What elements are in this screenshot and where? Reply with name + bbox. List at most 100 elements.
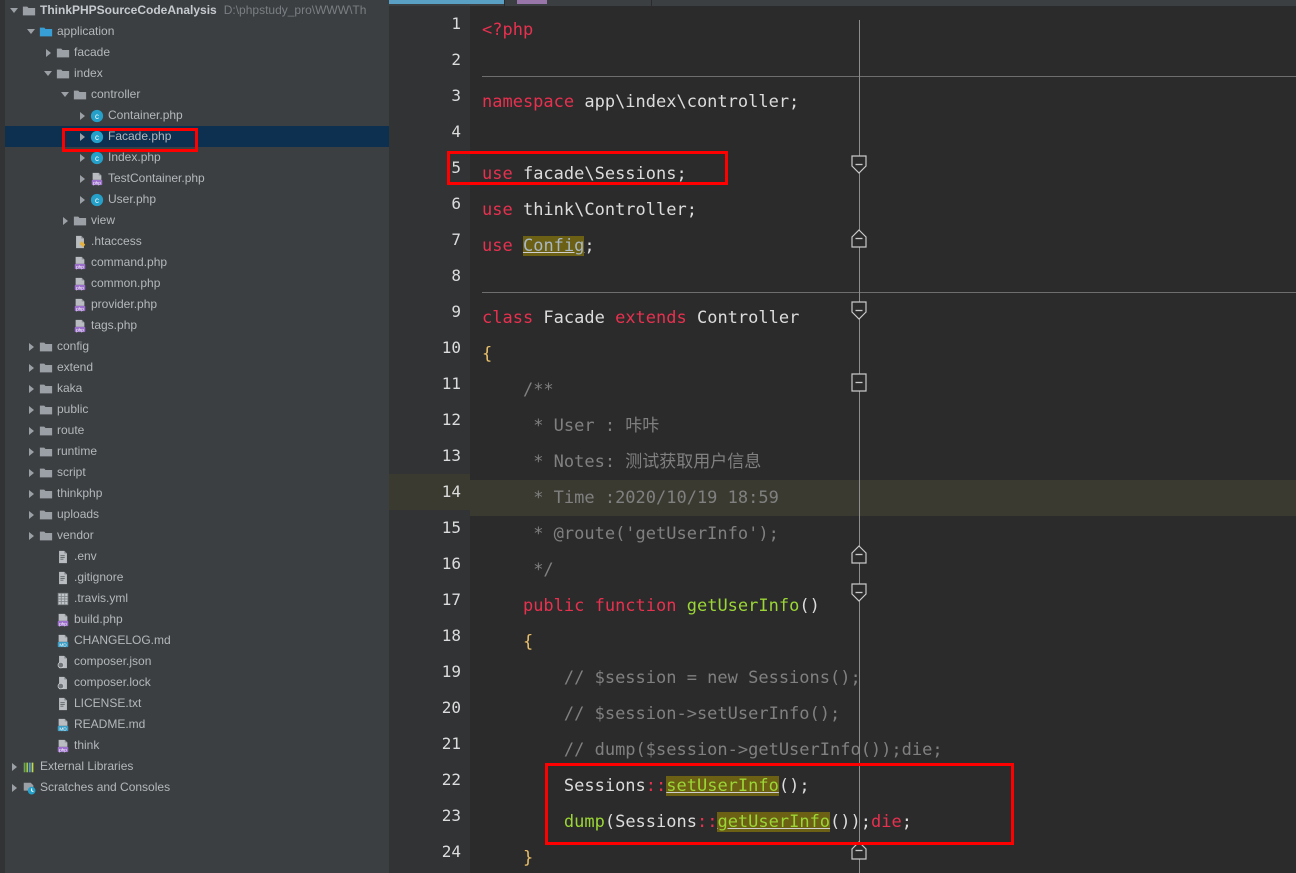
chevron-right-icon[interactable] (8, 777, 21, 798)
fold-marker-icon[interactable] (851, 583, 868, 602)
active-tab-indicator[interactable] (389, 0, 504, 4)
tree-item-gitignore[interactable]: .gitignore (5, 567, 389, 588)
tree-item-container-php[interactable]: c Container.php (5, 105, 389, 126)
tree-item-facade-php[interactable]: c Facade.php (5, 126, 389, 147)
tree-item-command-php[interactable]: php command.php (5, 252, 389, 273)
tree-item-label: think (74, 738, 100, 752)
chevron-right-icon[interactable] (25, 441, 38, 462)
chevron-down-icon[interactable] (25, 21, 38, 42)
fold-marker-icon[interactable] (851, 545, 868, 564)
code-line[interactable]: // dump($session->getUserInfo());die; (482, 732, 943, 768)
editor-code-area[interactable]: <?php namespace app\index\controller; use … (470, 6, 1296, 873)
htaccess-icon (72, 231, 90, 252)
tree-item-changelog-md[interactable]: MD CHANGELOG.md (5, 630, 389, 651)
tree-item-travis-yml[interactable]: .travis.yml (5, 588, 389, 609)
tree-item-kaka[interactable]: kaka (5, 378, 389, 399)
tree-item-route[interactable]: route (5, 420, 389, 441)
chevron-right-icon[interactable] (76, 126, 89, 147)
code-line[interactable]: /** (482, 372, 554, 408)
code-line[interactable]: } (482, 840, 533, 873)
tree-item-script[interactable]: script (5, 462, 389, 483)
tree-item-facade[interactable]: facade (5, 42, 389, 63)
php-class-icon: c (89, 105, 107, 126)
chevron-right-icon[interactable] (76, 189, 89, 210)
chevron-right-icon[interactable] (8, 756, 21, 777)
chevron-right-icon[interactable] (25, 525, 38, 546)
code-line[interactable]: */ (482, 552, 553, 588)
tree-item-view[interactable]: view (5, 210, 389, 231)
tree-item-application[interactable]: application (5, 21, 389, 42)
tree-item-index[interactable]: index (5, 63, 389, 84)
tree-item-root[interactable]: ThinkPHPSourceCodeAnalysis D:\phpstudy_pr… (5, 0, 389, 21)
editor-gutter[interactable]: 1 2 3 4 5 6 7 8 9 10 11 12 13 14 15 16 17 18 19 20 21 22 23 24 (389, 6, 470, 873)
chevron-right-icon[interactable] (42, 42, 55, 63)
tree-item-composer-lock[interactable]: composer.lock (5, 672, 389, 693)
tree-item-config[interactable]: config (5, 336, 389, 357)
chevron-right-icon[interactable] (25, 504, 38, 525)
code-line[interactable]: * @route('getUserInfo'); (482, 516, 779, 552)
code-line[interactable]: namespace app\index\controller; (482, 84, 799, 120)
chevron-right-icon[interactable] (25, 462, 38, 483)
tree-item-index-php[interactable]: c Index.php (5, 147, 389, 168)
tree-item-vendor[interactable]: vendor (5, 525, 389, 546)
tree-item-user-php[interactable]: c User.php (5, 189, 389, 210)
tree-item-controller[interactable]: controller (5, 84, 389, 105)
code-editor[interactable]: 1 2 3 4 5 6 7 8 9 10 11 12 13 14 15 16 17 18 19 20 21 22 23 24 … (389, 0, 1296, 873)
tree-item-extend[interactable]: extend (5, 357, 389, 378)
fold-marker-icon[interactable] (851, 373, 868, 392)
fold-marker-icon[interactable] (851, 301, 868, 320)
tree-item-provider-php[interactable]: php provider.php (5, 294, 389, 315)
chevron-right-icon[interactable] (25, 399, 38, 420)
fold-marker-icon[interactable] (851, 155, 868, 174)
tree-item-htaccess[interactable]: .htaccess (5, 231, 389, 252)
tree-item-uploads[interactable]: uploads (5, 504, 389, 525)
code-line[interactable]: * User : 咔咔 (482, 408, 659, 444)
code-line[interactable]: use Config; (482, 228, 595, 264)
tree-item-public[interactable]: public (5, 399, 389, 420)
tree-item-testcontainer-php[interactable]: php TestContainer.php (5, 168, 389, 189)
project-tree-panel[interactable]: ThinkPHPSourceCodeAnalysis D:\phpstudy_pr… (0, 0, 389, 873)
tree-item-think[interactable]: php think (5, 735, 389, 756)
tree-item-external-libraries[interactable]: External Libraries (5, 756, 389, 777)
code-line[interactable]: <?php (482, 12, 533, 48)
tree-item-license-txt[interactable]: LICENSE.txt (5, 693, 389, 714)
chevron-right-icon[interactable] (25, 336, 38, 357)
line-number: 9 (451, 302, 461, 321)
fold-marker-icon[interactable] (851, 841, 868, 860)
chevron-down-icon[interactable] (42, 63, 55, 84)
code-line[interactable]: public function getUserInfo() (482, 588, 820, 624)
chevron-down-icon[interactable] (59, 84, 72, 105)
chevron-right-icon[interactable] (25, 420, 38, 441)
code-line[interactable]: class Facade extends Controller (482, 300, 799, 336)
chevron-right-icon[interactable] (25, 483, 38, 504)
chevron-right-icon[interactable] (76, 147, 89, 168)
tree-item-runtime[interactable]: runtime (5, 441, 389, 462)
fold-marker-icon[interactable] (851, 229, 868, 248)
tree-item-build-php[interactable]: php build.php (5, 609, 389, 630)
tree-item-common-php[interactable]: php common.php (5, 273, 389, 294)
code-line[interactable]: use facade\Sessions; (482, 156, 687, 192)
chevron-right-icon[interactable] (25, 357, 38, 378)
tree-item-env[interactable]: .env (5, 546, 389, 567)
code-line[interactable]: // $session = new Sessions(); (482, 660, 861, 696)
code-line[interactable]: Sessions::setUserInfo(); (482, 768, 810, 804)
chevron-right-icon[interactable] (25, 378, 38, 399)
chevron-right-icon[interactable] (76, 105, 89, 126)
chevron-down-icon[interactable] (8, 0, 21, 21)
code-line[interactable]: use think\Controller; (482, 192, 697, 228)
fold-rail (859, 20, 860, 873)
code-line[interactable]: * Notes: 测试获取用户信息 (482, 444, 761, 480)
code-line[interactable]: * Time :2020/10/19 18:59 (482, 480, 779, 516)
tree-item-tags-php[interactable]: php tags.php (5, 315, 389, 336)
php-class-icon: c (89, 147, 107, 168)
tree-item-scratches-and-consoles[interactable]: Scratches and Consoles (5, 777, 389, 798)
chevron-right-icon[interactable] (76, 168, 89, 189)
chevron-right-icon[interactable] (59, 210, 72, 231)
code-line[interactable]: { (482, 624, 533, 660)
code-line[interactable]: // $session->setUserInfo(); (482, 696, 840, 732)
tree-item-readme-md[interactable]: MD README.md (5, 714, 389, 735)
code-line[interactable]: { (482, 336, 492, 372)
code-line[interactable]: dump(Sessions::getUserInfo());die; (482, 804, 912, 840)
tree-item-composer-json[interactable]: composer.json (5, 651, 389, 672)
tree-item-thinkphp[interactable]: thinkphp (5, 483, 389, 504)
